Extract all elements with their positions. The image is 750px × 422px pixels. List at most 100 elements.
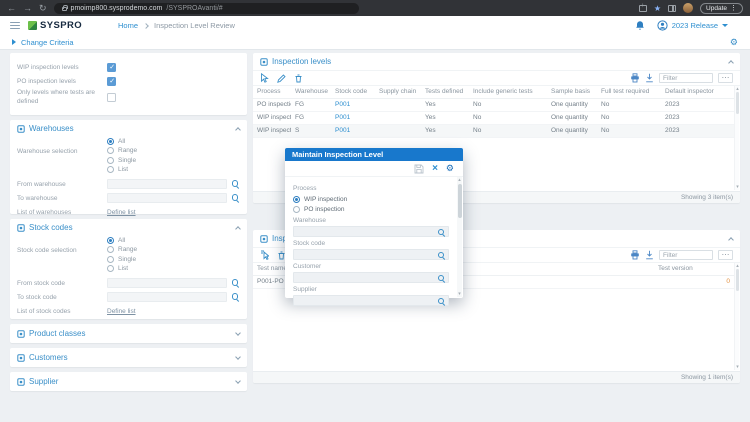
search-icon[interactable]: [231, 194, 240, 203]
hamburger-menu-icon[interactable]: [10, 21, 20, 30]
customer-input[interactable]: [293, 272, 449, 283]
close-icon[interactable]: ×: [432, 163, 438, 174]
scroll-up-icon[interactable]: ▴: [457, 177, 462, 183]
radio-option[interactable]: List: [107, 166, 137, 175]
stock-code-link[interactable]: P001: [331, 124, 375, 138]
export-download-icon[interactable]: [645, 250, 654, 260]
scrollbar-thumb[interactable]: [457, 184, 462, 218]
share-icon[interactable]: [638, 3, 647, 12]
notifications-bell-icon[interactable]: [635, 20, 645, 31]
save-floppy-icon[interactable]: [414, 164, 424, 174]
expand-chevron-icon[interactable]: [235, 377, 241, 384]
radio-option[interactable]: Range: [107, 147, 137, 156]
bookmark-star-icon[interactable]: ★: [654, 4, 661, 13]
radio-option[interactable]: Range: [107, 246, 137, 255]
scroll-down-icon[interactable]: ▾: [735, 184, 740, 190]
to-stock-code-input[interactable]: [107, 292, 227, 302]
radio-range[interactable]: [107, 246, 114, 254]
radio-single[interactable]: [107, 156, 114, 164]
table-row[interactable]: WIP inspection S P001 Yes No One quantit…: [253, 124, 734, 138]
expand-chevron-icon[interactable]: [235, 329, 241, 336]
to-warehouse-input[interactable]: [107, 193, 227, 203]
warehouse-input[interactable]: [293, 226, 449, 237]
radio-option[interactable]: Single: [107, 156, 137, 165]
radio-all[interactable]: [107, 137, 114, 145]
col-full-test-required[interactable]: Full test required: [597, 86, 661, 99]
print-icon[interactable]: [630, 250, 640, 260]
grid-scrollbar[interactable]: ▴ ▾: [734, 86, 739, 190]
scroll-down-icon[interactable]: ▾: [735, 364, 740, 370]
radio-single[interactable]: [107, 255, 114, 263]
from-warehouse-input[interactable]: [107, 179, 227, 189]
radio-option[interactable]: Single: [107, 255, 137, 264]
change-criteria-toggle[interactable]: Change Criteria: [21, 38, 74, 47]
supplier-input[interactable]: [293, 295, 449, 306]
define-stock-code-list-link[interactable]: Define list: [107, 308, 136, 315]
radio-option[interactable]: WIP inspection: [293, 194, 449, 204]
grid-scrollbar[interactable]: ▴ ▾: [734, 263, 739, 370]
stock-code-link[interactable]: P001: [331, 98, 375, 112]
col-warehouse[interactable]: Warehouse: [291, 86, 331, 99]
col-tests-defined[interactable]: Tests defined: [421, 86, 469, 99]
wip-inspection-radio[interactable]: [293, 195, 300, 203]
define-warehouse-list-link[interactable]: Define list: [107, 209, 136, 216]
radio-option[interactable]: PO inspection: [293, 204, 449, 214]
radio-option[interactable]: All: [107, 236, 137, 245]
col-stock-code[interactable]: Stock code: [331, 86, 375, 99]
scrollbar-thumb[interactable]: [735, 269, 739, 291]
select-pointer-icon[interactable]: [260, 73, 269, 83]
search-icon[interactable]: [231, 293, 240, 302]
user-release-menu[interactable]: 2023 Release: [657, 20, 728, 31]
modal-settings-gear-icon[interactable]: ⚙: [446, 164, 454, 173]
collapse-chevron-icon[interactable]: [728, 237, 734, 243]
po-levels-checkbox[interactable]: [107, 76, 116, 86]
table-row[interactable]: WIP inspection FG P001 Yes No One quanti…: [253, 111, 734, 125]
side-panel-icon[interactable]: [668, 4, 677, 12]
browser-update-button[interactable]: Update ⋮: [700, 2, 743, 14]
collapse-chevron-icon[interactable]: [235, 127, 241, 133]
page-settings-gear-icon[interactable]: ⚙: [730, 37, 738, 47]
select-pointer-icon[interactable]: [260, 250, 269, 260]
stock-code-link[interactable]: P001: [331, 111, 375, 125]
radio-range[interactable]: [107, 147, 114, 155]
tests-filter-input[interactable]: [659, 250, 713, 260]
export-download-icon[interactable]: [645, 73, 654, 83]
collapse-chevron-icon[interactable]: [235, 226, 241, 232]
breadcrumb-home-link[interactable]: Home: [118, 21, 138, 30]
col-supply-chain[interactable]: Supply chain: [375, 86, 421, 99]
po-inspection-radio[interactable]: [293, 205, 300, 213]
browser-profile-avatar[interactable]: [683, 3, 694, 13]
search-icon[interactable]: [437, 228, 446, 237]
radio-list[interactable]: [107, 265, 114, 273]
search-icon[interactable]: [231, 279, 240, 288]
col-include-generic-tests[interactable]: Include generic tests: [469, 86, 547, 99]
stock-code-input[interactable]: [293, 249, 449, 260]
search-icon[interactable]: [437, 251, 446, 260]
expand-chevron-icon[interactable]: [235, 353, 241, 360]
search-icon[interactable]: [437, 274, 446, 283]
radio-option[interactable]: List: [107, 265, 137, 274]
browser-reload-button[interactable]: ↻: [39, 0, 47, 16]
search-icon[interactable]: [231, 180, 240, 189]
scroll-down-icon[interactable]: ▾: [457, 291, 462, 297]
only-tests-defined-checkbox[interactable]: [107, 92, 116, 102]
more-options-button[interactable]: [718, 73, 733, 83]
radio-all[interactable]: [107, 236, 114, 244]
browser-forward-button[interactable]: →: [23, 0, 32, 16]
radio-list[interactable]: [107, 166, 114, 174]
col-process[interactable]: Process: [253, 86, 291, 99]
col-test-version[interactable]: Test version: [654, 263, 734, 276]
scrollbar-thumb[interactable]: [735, 92, 739, 114]
table-row[interactable]: PO inspection FG P001 Yes No One quantit…: [253, 98, 734, 112]
col-default-inspector[interactable]: Default inspector: [661, 86, 734, 99]
wip-levels-checkbox[interactable]: [107, 62, 116, 72]
browser-back-button[interactable]: ←: [7, 0, 16, 16]
modal-scrollbar[interactable]: ▴ ▾: [457, 177, 462, 297]
address-bar[interactable]: pmoimp800.sysprodemo.com/SYSPROAvanti/#: [53, 2, 359, 14]
edit-pencil-icon[interactable]: [277, 73, 286, 83]
more-options-button[interactable]: [718, 250, 733, 260]
col-sample-basis[interactable]: Sample basis: [547, 86, 597, 99]
print-icon[interactable]: [630, 73, 640, 83]
collapse-chevron-icon[interactable]: [728, 60, 734, 66]
radio-option[interactable]: All: [107, 137, 137, 146]
